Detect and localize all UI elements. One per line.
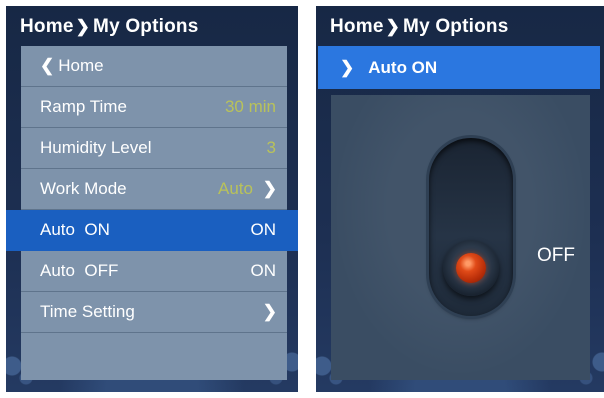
breadcrumb-current: My Options [403, 16, 509, 37]
switch-panel: OFF [331, 95, 590, 380]
chevron-right-icon: ❯ [340, 57, 355, 77]
toggle-switch-icon[interactable] [429, 138, 513, 316]
options-menu: ❮ Home Ramp Time 30 min Humidity Level 3… [6, 46, 298, 380]
left-screen: Home ❯ My Options ❮ Home Ramp Time 30 min … [6, 6, 298, 392]
breadcrumb-home[interactable]: Home [330, 16, 384, 37]
menu-item-label: Home [58, 56, 104, 75]
menu-item-time-setting[interactable]: Time Setting ❯ [21, 292, 287, 333]
menu-item-label: Ramp Time [40, 97, 127, 116]
breadcrumb: Home ❯ My Options [330, 16, 509, 38]
status-led-icon [456, 253, 486, 283]
menu-item-value: 3 [266, 138, 276, 157]
breadcrumb-separator-icon: ❯ [75, 17, 91, 36]
menu-item-label: Work Mode [40, 179, 127, 198]
breadcrumb-separator-icon: ❯ [385, 17, 401, 36]
menu-item-home[interactable]: ❮ Home [21, 46, 287, 87]
menu-item-value: 30 min [224, 97, 276, 116]
chevron-right-icon: ❯ [262, 302, 277, 321]
menu-item-label: Auto ON [40, 220, 110, 239]
breadcrumb-current: My Options [93, 16, 199, 37]
menu-item-auto-off[interactable]: Auto OFF ON [21, 251, 287, 292]
right-screen: Home ❯ My Options ❯ Auto ON OFF [316, 6, 604, 392]
breadcrumb-home[interactable]: Home [20, 16, 74, 37]
menu-item-label: Auto OFF [40, 261, 119, 280]
breadcrumb: Home ❯ My Options [20, 16, 199, 38]
menu-item-label: Humidity Level [40, 138, 152, 157]
sub-header-label: Auto ON [368, 57, 438, 77]
switch-knob[interactable] [443, 240, 499, 296]
menu-item-value: Auto [218, 179, 253, 198]
menu-item-value: ON [250, 261, 277, 280]
menu-item-work-mode[interactable]: Work Mode Auto ❯ [21, 169, 287, 210]
sub-header-auto-on[interactable]: ❯ Auto ON [318, 46, 600, 89]
menu-item-ramp-time[interactable]: Ramp Time 30 min [21, 87, 287, 128]
menu-item-auto-on[interactable]: Auto ON ON [6, 210, 298, 251]
switch-state-label: OFF [537, 245, 575, 266]
menu-item-value: ON [250, 220, 277, 239]
menu-item-humidity-level[interactable]: Humidity Level 3 [21, 128, 287, 169]
chevron-right-icon: ❯ [262, 179, 277, 198]
chevron-left-icon: ❮ [40, 56, 55, 75]
menu-item-label: Time Setting [40, 302, 135, 321]
